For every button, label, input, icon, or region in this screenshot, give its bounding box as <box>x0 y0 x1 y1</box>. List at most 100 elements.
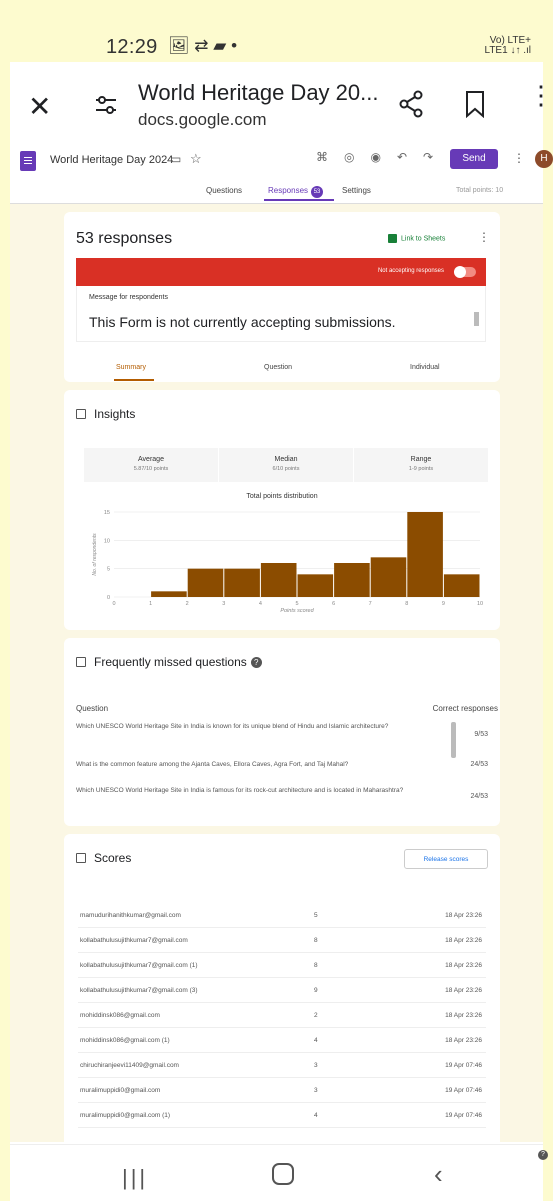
page-scrollbar[interactable] <box>451 722 456 758</box>
page-url: docs.google.com <box>138 110 267 129</box>
score-date: 18 Apr 23:26 <box>445 987 482 994</box>
total-points: Total points: 10 <box>456 187 504 194</box>
more-vert-icon[interactable]: ⋮ <box>528 82 553 108</box>
question-column-header: Question <box>76 704 109 713</box>
link-to-sheets-label: Link to Sheets <box>401 235 446 243</box>
score-date: 18 Apr 23:26 <box>445 962 482 969</box>
stat-median-label: Median <box>274 456 298 463</box>
table-row[interactable]: mohiddinsk086@gmail.com (1) 4 18 Apr 23:26 <box>78 1028 486 1053</box>
insights-icon <box>76 409 86 419</box>
responses-count-badge: 53 <box>311 186 324 198</box>
score-email: mohiddinsk086@gmail.com <box>80 1012 160 1019</box>
back-icon[interactable]: ‹ <box>434 1159 443 1190</box>
form-name[interactable]: World Heritage Day 2024 <box>50 154 173 166</box>
addon-icon[interactable]: ⌘ <box>316 150 344 164</box>
share-icon[interactable] <box>398 90 424 118</box>
score-email: muralimuppidi0@gmail.com <box>80 1087 161 1094</box>
y-tick-label: 15 <box>104 510 110 516</box>
missed-question-row[interactable]: Which UNESCO World Heritage Site in Indi… <box>76 786 488 800</box>
link-to-sheets-button[interactable]: Link to Sheets <box>388 234 445 243</box>
page-help-icon[interactable]: ? <box>538 1150 548 1160</box>
message-label: Message for respondents <box>89 294 168 301</box>
y-tick-label: 5 <box>107 567 110 573</box>
palette-icon[interactable]: ◎ <box>344 150 370 164</box>
score-email: kollabathulusujithkumar7@gmail.com (1) <box>80 962 198 969</box>
tab-settings[interactable]: Settings <box>342 186 371 195</box>
x-tick-label: 5 <box>295 601 298 607</box>
recent-apps-icon[interactable]: ||| <box>122 1165 148 1191</box>
custom-tab-toolbar: ✕ World Heritage Day 20... docs.google.c… <box>10 62 553 144</box>
score-email: kollabathulusujithkumar7@gmail.com (3) <box>80 987 198 994</box>
score-date: 18 Apr 23:26 <box>445 937 482 944</box>
forms-logo-icon[interactable] <box>20 151 36 171</box>
insights-card: Insights Average 5.87/10 points Median 6… <box>64 390 500 630</box>
star-icon[interactable]: ☆ <box>190 151 202 167</box>
table-row[interactable]: muralimuppidi0@gmail.com (1) 4 19 Apr 07:4… <box>78 1103 486 1128</box>
tab-question[interactable]: Question <box>264 364 292 371</box>
redo-icon[interactable]: ↷ <box>423 150 449 164</box>
stat-range-label: Range <box>410 456 432 463</box>
preview-icon[interactable]: ◉ <box>370 150 396 164</box>
x-tick-label: 8 <box>405 601 408 607</box>
table-row[interactable]: muralimuppidi0@gmail.com 3 19 Apr 07:46 <box>78 1078 486 1103</box>
score-date: 19 Apr 07:46 <box>445 1087 482 1094</box>
close-icon[interactable]: ✕ <box>28 90 51 123</box>
scores-icon <box>76 853 86 863</box>
message-for-respondents[interactable]: Message for respondents This Form is not… <box>76 286 486 342</box>
missed-question-correct: 9/53 <box>474 731 488 738</box>
tab-responses[interactable]: Responses 53 <box>268 186 324 198</box>
insights-label: Insights <box>94 407 136 421</box>
missed-question-row[interactable]: What is the common feature among the Aja… <box>76 760 488 769</box>
table-row[interactable]: mohiddinsk086@gmail.com 2 18 Apr 23:26 <box>78 1003 486 1028</box>
undo-icon[interactable]: ↶ <box>397 150 423 164</box>
missed-questions-title: Frequently missed questions? <box>76 655 262 669</box>
tab-individual[interactable]: Individual <box>410 364 440 371</box>
x-tick-label: 10 <box>477 601 483 607</box>
table-row[interactable]: kollabathulusujithkumar7@gmail.com (3) 9 1… <box>78 978 486 1003</box>
tab-summary[interactable]: Summary <box>116 364 146 371</box>
scores-table[interactable]: mamudurihanithkumar@gmail.com 5 18 Apr 23:… <box>78 886 486 1136</box>
missed-questions-label: Frequently missed questions <box>94 655 247 669</box>
responses-more-icon[interactable]: ⋮ <box>478 230 490 244</box>
avatar[interactable]: H <box>535 150 553 168</box>
scores-label: Scores <box>94 851 132 865</box>
system-nav-bar: ||| ‹ <box>10 1144 543 1201</box>
responses-count: 53 responses <box>76 230 173 247</box>
x-tick-label: 1 <box>149 601 152 607</box>
accepting-responses-toggle[interactable] <box>454 266 476 278</box>
responses-content[interactable]: 53 responses Link to Sheets ⋮ Not accept… <box>10 204 543 1142</box>
message-scrollbar[interactable] <box>474 312 479 326</box>
release-scores-button[interactable]: Release scores <box>404 849 488 869</box>
table-row[interactable]: kollabathulusujithkumar7@gmail.com (1) 8 1… <box>78 953 486 978</box>
send-button[interactable]: Send <box>450 149 498 169</box>
home-icon[interactable] <box>272 1163 294 1185</box>
help-icon[interactable]: ? <box>250 657 262 668</box>
stat-average-value: 5.87/10 points <box>133 466 169 472</box>
network-indicator: Vo) LTE+ LTE1 ↓↑ .ıl <box>485 36 532 56</box>
score-date: 19 Apr 07:46 <box>445 1112 482 1119</box>
page-title: World Heritage Day 20... <box>138 80 379 105</box>
table-row[interactable]: mamudurihanithkumar@gmail.com 5 18 Apr 23:… <box>78 903 486 928</box>
table-row[interactable]: chiruchiranjeevi11409@gmail.com 3 19 Apr 0… <box>78 1053 486 1078</box>
x-tick-label: 4 <box>259 601 262 607</box>
points-distribution-chart: 0 5 10 15 0 1 2 3 4 5 6 7 8 9 10 Points scored No. of re… <box>92 510 483 614</box>
stat-median: Median 6/10 points <box>219 448 353 482</box>
score-date: 19 Apr 07:46 <box>445 1062 482 1069</box>
folder-icon[interactable]: ▭ <box>170 152 181 166</box>
tune-icon[interactable] <box>94 94 118 116</box>
score-email: mamudurihanithkumar@gmail.com <box>80 912 181 919</box>
score-value: 8 <box>314 962 318 969</box>
tab-questions[interactable]: Questions <box>206 186 242 195</box>
bar <box>370 557 407 597</box>
x-tick-label: 6 <box>332 601 335 607</box>
status-time: 12:29 <box>106 36 158 58</box>
message-text[interactable]: This Form is not currently accepting sub… <box>89 314 396 330</box>
bookmark-icon[interactable] <box>464 90 486 118</box>
score-email: kollabathulusujithkumar7@gmail.com <box>80 937 188 944</box>
more-options-icon[interactable]: ⋮ <box>513 151 525 165</box>
active-subtab-indicator <box>114 379 154 381</box>
table-row[interactable]: kollabathulusujithkumar7@gmail.com 8 18 Ap… <box>78 928 486 953</box>
y-tick-label: 0 <box>107 595 110 601</box>
missed-question-row[interactable]: Which UNESCO World Heritage Site in Indi… <box>76 722 488 738</box>
x-tick-label: 7 <box>369 601 372 607</box>
